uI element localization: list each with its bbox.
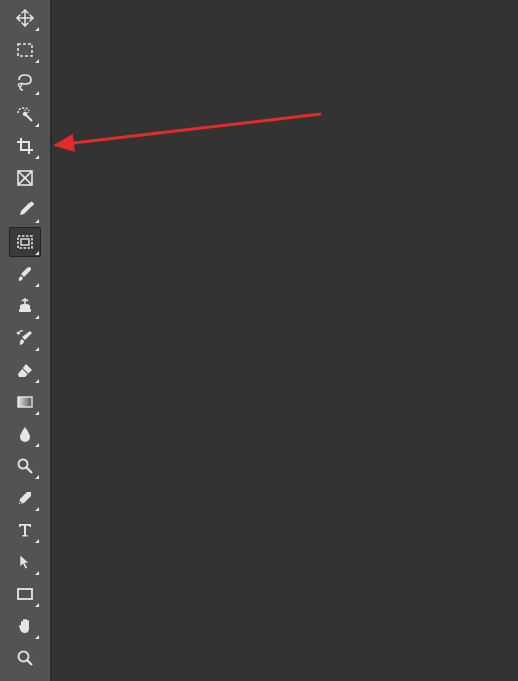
path-selection-icon	[15, 552, 35, 572]
crop-icon	[15, 136, 35, 156]
magic-wand-icon	[15, 104, 35, 124]
document-canvas[interactable]	[54, 0, 518, 681]
dodge-icon	[15, 456, 35, 476]
flyout-indicator	[35, 411, 39, 415]
flyout-indicator	[35, 443, 39, 447]
blur-tool[interactable]	[9, 419, 41, 449]
flyout-indicator	[35, 571, 39, 575]
flyout-indicator	[35, 91, 39, 95]
eyedropper-tool[interactable]	[9, 195, 41, 225]
type-icon	[15, 520, 35, 540]
flyout-indicator	[35, 603, 39, 607]
dodge-tool[interactable]	[9, 451, 41, 481]
blur-icon	[15, 424, 35, 444]
move-tool[interactable]	[9, 3, 41, 33]
eraser-icon	[15, 360, 35, 380]
clone-stamp-icon	[15, 296, 35, 316]
flyout-indicator	[35, 123, 39, 127]
tools-panel	[0, 0, 52, 681]
frame-icon	[15, 232, 35, 252]
slice-icon	[15, 168, 35, 188]
flyout-indicator	[35, 219, 39, 223]
flyout-indicator	[35, 539, 39, 543]
flyout-indicator	[35, 507, 39, 511]
frame-tool[interactable]	[9, 227, 41, 257]
rectangular-marquee-icon	[15, 40, 35, 60]
pen-tool[interactable]	[9, 483, 41, 513]
pen-icon	[15, 488, 35, 508]
type-tool[interactable]	[9, 515, 41, 545]
clone-stamp-tool[interactable]	[9, 291, 41, 321]
flyout-indicator	[35, 283, 39, 287]
eyedropper-icon	[15, 200, 35, 220]
flyout-indicator	[35, 315, 39, 319]
rectangle-shape-icon	[15, 584, 35, 604]
eraser-tool[interactable]	[9, 355, 41, 385]
crop-tool[interactable]	[9, 131, 41, 161]
hand-tool[interactable]	[9, 611, 41, 641]
brush-icon	[15, 264, 35, 284]
zoom-icon	[15, 648, 35, 668]
brush-tool[interactable]	[9, 259, 41, 289]
zoom-tool[interactable]	[9, 643, 41, 673]
flyout-indicator	[35, 347, 39, 351]
history-brush-tool[interactable]	[9, 323, 41, 353]
rectangle-shape-tool[interactable]	[9, 579, 41, 609]
flyout-indicator	[35, 155, 39, 159]
flyout-indicator	[35, 27, 39, 31]
flyout-indicator	[35, 251, 39, 255]
lasso-tool[interactable]	[9, 67, 41, 97]
hand-icon	[15, 616, 35, 636]
rectangular-marquee-tool[interactable]	[9, 35, 41, 65]
gradient-icon	[15, 392, 35, 412]
move-icon	[15, 8, 35, 28]
flyout-indicator	[35, 59, 39, 63]
magic-wand-tool[interactable]	[9, 99, 41, 129]
flyout-indicator	[35, 475, 39, 479]
gradient-tool[interactable]	[9, 387, 41, 417]
slice-tool[interactable]	[9, 163, 41, 193]
path-selection-tool[interactable]	[9, 547, 41, 577]
flyout-indicator	[35, 379, 39, 383]
flyout-indicator	[35, 635, 39, 639]
history-brush-icon	[15, 328, 35, 348]
lasso-icon	[15, 72, 35, 92]
